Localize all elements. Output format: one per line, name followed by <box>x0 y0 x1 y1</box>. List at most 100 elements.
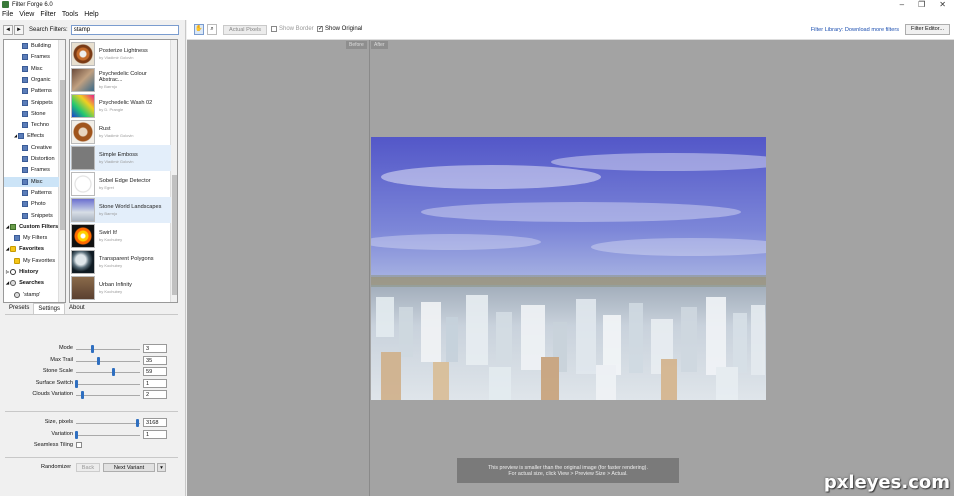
param-value-field[interactable]: 1 <box>143 429 167 439</box>
tree-item[interactable]: Snippets <box>4 211 59 221</box>
tree-item[interactable]: My Filters <box>4 233 59 243</box>
next-variant-button[interactable]: Next Variant <box>103 463 155 472</box>
param-slider[interactable] <box>76 349 140 350</box>
left-panel: ◄ ► Search Filters: Building Frames Misc Or… <box>0 20 186 496</box>
tree-item[interactable]: Frames <box>4 52 59 62</box>
tree-item[interactable]: Stone <box>4 109 59 119</box>
param-slider[interactable] <box>76 383 140 385</box>
filter-list-item[interactable]: Stone World Landscapes by Barrnjo <box>70 197 171 223</box>
tree-item[interactable]: Snippets <box>4 98 59 108</box>
filter-list-item[interactable]: Swirl It! by Kochubey <box>70 223 171 249</box>
menu-help[interactable]: Help <box>84 11 98 18</box>
menu-file[interactable]: File <box>2 11 13 18</box>
filter-list-item[interactable]: Psychedelic Colour Abstrac... by Barrnjo <box>70 67 171 93</box>
tree-scrollbar[interactable] <box>58 40 65 302</box>
param-slider[interactable] <box>76 360 140 362</box>
tree-expander-icon[interactable]: ◢ <box>6 244 9 254</box>
show-border-box[interactable] <box>271 26 277 32</box>
filter-library-link[interactable]: Filter Library: Download more filters <box>811 27 899 33</box>
filter-text: Sobel Edge Detector by Egret <box>99 178 151 190</box>
slider-handle[interactable] <box>75 379 78 388</box>
param-value-field[interactable]: 3168 <box>143 418 167 427</box>
filter-list-item[interactable]: Simple Emboss by Vladimir Golovin <box>70 145 171 171</box>
tree-item[interactable]: 'stamp' <box>4 290 59 300</box>
param-slider[interactable] <box>76 423 140 424</box>
tree-scroll-thumb[interactable] <box>60 80 65 230</box>
zoom-tool-icon[interactable]: ⌕ <box>207 24 217 35</box>
tree-item[interactable]: Creative <box>4 143 59 153</box>
tree-item[interactable]: ◢ Custom Filters <box>4 222 59 232</box>
back-arrow-icon[interactable]: ◄ <box>3 24 13 35</box>
tree-item[interactable]: Patterns <box>4 188 59 198</box>
filter-list-item[interactable]: Transparent Polygons by Kochubey <box>70 249 171 275</box>
tab-settings[interactable]: Settings <box>33 303 66 314</box>
search-input[interactable] <box>70 24 179 35</box>
slider-handle[interactable] <box>112 368 116 376</box>
show-border-checkbox[interactable]: Show Border <box>271 26 314 32</box>
forward-arrow-icon[interactable]: ► <box>14 24 24 35</box>
filter-list-item[interactable]: Psychedelic Wash 02 by D. Prangle <box>70 93 171 119</box>
back-button[interactable]: Back <box>76 463 100 472</box>
tree-item[interactable]: Frames <box>4 165 59 175</box>
tree-item[interactable]: Misc <box>4 176 59 187</box>
param-value-field[interactable]: 2 <box>143 390 167 399</box>
tree-expander-icon[interactable]: ◢ <box>6 278 9 288</box>
param-value-field[interactable]: 35 <box>143 355 167 365</box>
after-label: After <box>371 41 388 49</box>
filter-list-item[interactable]: Rust by Vladimir Golovin <box>70 119 171 145</box>
slider-handle[interactable] <box>136 419 140 427</box>
tree-expander-icon[interactable]: ◢ <box>6 222 9 232</box>
param-value-field[interactable]: 1 <box>143 378 167 388</box>
minimize-button[interactable]: – <box>900 0 904 9</box>
slider-handle[interactable] <box>90 345 94 353</box>
tree-item[interactable]: ◢ Searches <box>4 278 59 288</box>
tab-presets[interactable]: Presets <box>5 303 33 314</box>
tree-item[interactable]: My Favorites <box>4 256 59 266</box>
tree-item[interactable]: Misc <box>4 64 59 74</box>
tree-item[interactable]: Techno <box>4 120 59 130</box>
filter-list-item[interactable]: Sobel Edge Detector by Egret <box>70 171 171 197</box>
tree-item[interactable]: Building <box>4 41 59 51</box>
slider-handle[interactable] <box>81 391 85 399</box>
param-slider[interactable] <box>76 434 140 436</box>
filter-list-item[interactable]: Posterize Lightness by Vladimir Golovin <box>70 41 171 67</box>
filter-list-scrollbar[interactable] <box>170 40 177 302</box>
menu-tools[interactable]: Tools <box>62 11 78 18</box>
maximize-button[interactable]: ❐ <box>918 0 925 9</box>
tree-expander-icon[interactable]: ▷ <box>6 267 9 277</box>
tab-about[interactable]: About <box>65 303 89 314</box>
filter-editor-button[interactable]: Filter Editor... <box>905 24 950 35</box>
actual-pixels-button[interactable]: Actual Pixels <box>223 25 268 35</box>
param-slider[interactable] <box>76 395 140 396</box>
menu-view[interactable]: View <box>19 11 34 18</box>
title-bar: Filter Forge 6.0 – ❐ ✕ <box>0 0 954 9</box>
tree-item[interactable]: ▷ History <box>4 267 59 277</box>
tree-item[interactable]: Distortion <box>4 154 59 164</box>
tree-item[interactable]: ◢ Favorites <box>4 244 59 254</box>
menu-filter[interactable]: Filter <box>40 11 56 18</box>
show-border-label: Show Border <box>279 26 314 32</box>
tree-item[interactable]: Patterns <box>4 86 59 96</box>
param-value-field[interactable]: 3 <box>143 344 167 353</box>
tree-item[interactable]: ◢ Effects <box>4 131 59 141</box>
tree-item[interactable]: Photo <box>4 199 59 209</box>
filter-list-item[interactable]: Urban Infinity by Kochubey <box>70 275 171 301</box>
before-after-divider[interactable] <box>369 40 370 496</box>
param-value-field[interactable]: 59 <box>143 367 167 376</box>
param-slider[interactable] <box>76 372 140 373</box>
preview-image <box>371 137 766 400</box>
slider-handle[interactable] <box>97 356 101 365</box>
param-row: Mode 3 <box>3 344 179 354</box>
slider-handle[interactable] <box>75 430 78 439</box>
seamless-tiling-checkbox[interactable] <box>76 442 82 448</box>
hand-tool-icon[interactable]: ✋ <box>194 24 204 35</box>
show-original-checkbox[interactable]: ✓ Show Original <box>317 26 362 32</box>
close-button[interactable]: ✕ <box>939 0 946 9</box>
show-original-box[interactable]: ✓ <box>317 26 323 32</box>
preview-area[interactable]: Before After This preview is smaller tha… <box>187 40 954 496</box>
filter-list-scroll-thumb[interactable] <box>172 175 177 295</box>
randomizer-options-icon[interactable]: ▾ <box>157 463 166 472</box>
tree-item[interactable]: Organic <box>4 75 59 85</box>
filter-author: by D. Prangle <box>99 107 124 112</box>
tree-expander-icon[interactable]: ◢ <box>14 131 17 141</box>
